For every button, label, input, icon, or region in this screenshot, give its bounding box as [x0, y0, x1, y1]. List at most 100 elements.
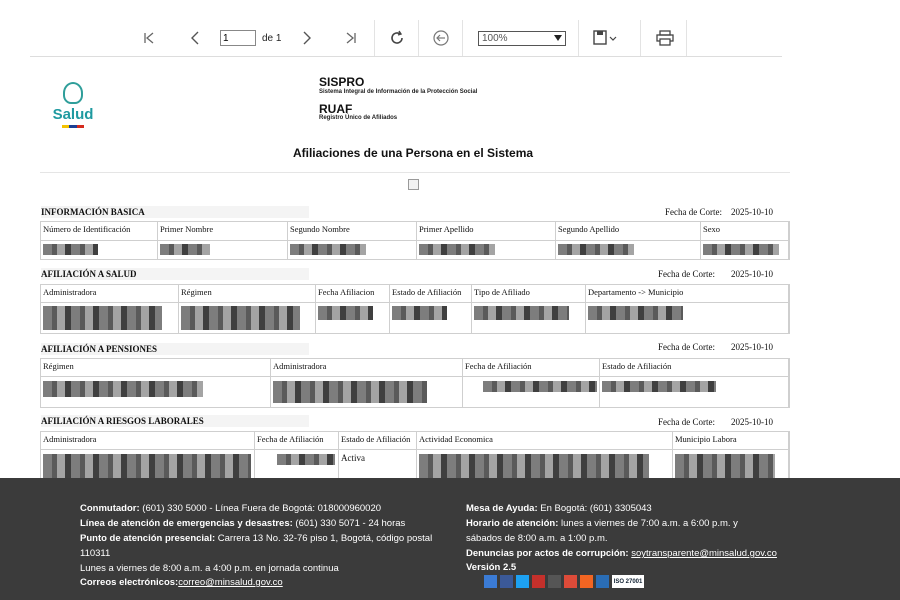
chevron-down-icon [554, 35, 562, 41]
redacted-value [419, 244, 495, 255]
facebook-icon[interactable] [500, 575, 513, 588]
back-icon[interactable] [424, 20, 458, 56]
site-footer: Conmutador: (601) 330 5000 - Línea Fuera… [0, 478, 900, 600]
col-header: Municipio Labora [675, 434, 737, 444]
redacted-value [588, 306, 683, 320]
redacted-value [703, 244, 779, 255]
toolbar-divider [374, 20, 375, 56]
redacted-value [483, 381, 597, 392]
footer-emergencias: Línea de atención de emergencias y desas… [80, 518, 406, 529]
redacted-value [318, 306, 373, 320]
col-header: Estado de Afiliación [392, 287, 462, 297]
footer-punto-atencion: Punto de atención presencial: Carrera 13… [80, 533, 433, 544]
page-number-input[interactable] [220, 30, 256, 46]
cut-date-value: 2025-10-10 [731, 207, 773, 217]
print-icon[interactable] [648, 20, 682, 56]
save-icon[interactable] [586, 20, 626, 56]
col-header: Fecha de Afiliación [257, 434, 324, 444]
checkmark-icon[interactable] [596, 575, 609, 588]
redacted-value [43, 454, 251, 478]
sispro-title: SISPRO [319, 75, 365, 89]
redacted-value [277, 454, 335, 465]
col-header: Departamento -> Municipio [588, 287, 684, 297]
zoom-select[interactable]: 100% [474, 20, 570, 56]
rss-icon[interactable] [580, 575, 593, 588]
footer-correos: Correos electrónicos:correo@minsalud.gov… [80, 577, 283, 588]
col-header: Sexo [703, 224, 720, 234]
page-count-label: de 1 [262, 32, 282, 44]
cut-date-value: 2025-10-10 [731, 417, 773, 427]
report-title: Afiliaciones de una Persona en el Sistem… [292, 146, 534, 160]
col-header: Régimen [181, 287, 212, 297]
refresh-icon[interactable] [380, 20, 414, 56]
col-header: Administradora [273, 361, 327, 371]
col-header: Estado de Afiliación [341, 434, 411, 444]
footer-mesa-ayuda: Mesa de Ayuda: En Bogotá: (601) 3305043 [466, 503, 652, 514]
google-plus-icon[interactable] [564, 575, 577, 588]
redacted-value [474, 306, 569, 320]
first-page-icon[interactable] [134, 20, 164, 56]
toolbar-divider [578, 20, 579, 56]
footer-conmutador: Conmutador: (601) 330 5000 - Línea Fuera… [80, 503, 382, 514]
denuncias-link[interactable]: soytransparente@minsalud.gov.co [631, 548, 777, 559]
prev-page-icon[interactable] [180, 20, 210, 56]
pensiones-table: Régimen Administradora Fecha de Afiliaci… [40, 358, 790, 408]
salud-logo: Salud [48, 82, 98, 128]
col-header: Primer Nombre [160, 224, 214, 234]
toolbar-divider [418, 20, 419, 56]
toolbar-divider [640, 20, 641, 56]
sispro-subtitle: Sistema Integral de Información de la Pr… [319, 89, 478, 95]
section-title-pensiones: AFILIACIÓN A PENSIONES [41, 343, 309, 355]
col-header: Primer Apellido [419, 224, 474, 234]
redacted-value [43, 381, 203, 397]
footer-horario: Horario de atención: lunes a viernes de … [466, 518, 738, 529]
cut-date-label: Fecha de Corte: [658, 269, 715, 279]
footer-horario-punto: Lunes a viernes de 8:00 a.m. a 4:00 p.m.… [80, 563, 339, 574]
col-header: Administradora [43, 287, 97, 297]
redacted-value [602, 381, 716, 392]
redacted-value [273, 381, 427, 403]
col-header: Tipo de Afiliado [474, 287, 530, 297]
instagram-icon[interactable] [548, 575, 561, 588]
redacted-value [181, 306, 300, 330]
section-title-riesgos: AFILIACIÓN A RIESGOS LABORALES [41, 415, 309, 427]
coat-of-arms-icon [63, 82, 83, 104]
logo-text: Salud [52, 106, 94, 123]
col-header: Segundo Apellido [558, 224, 620, 234]
footer-horario-sabados: sábados de 8:00 a.m. a 1:00 p.m. [466, 533, 608, 544]
cut-date-label: Fecha de Corte: [665, 207, 722, 217]
zoom-value: 100% [482, 32, 508, 44]
redacted-value [43, 306, 162, 330]
toolbar-divider [686, 20, 687, 56]
col-header: Fecha de Afiliación [465, 361, 532, 371]
basic-info-table: Número de Identificación Primer Nombre S… [40, 221, 790, 260]
col-header: Segundo Nombre [290, 224, 350, 234]
iso-badge: ISO 27001 [612, 575, 644, 588]
cut-date-label: Fecha de Corte: [658, 417, 715, 427]
page-navigator: de 1 [220, 20, 290, 56]
redacted-value [160, 244, 210, 255]
youtube-icon[interactable] [532, 575, 545, 588]
col-header: Estado de Afiliación [602, 361, 672, 371]
footer-codigo-postal: 110311 [80, 548, 111, 559]
twitter-icon[interactable] [516, 575, 529, 588]
salud-table: Administradora Régimen Fecha Afiliacion … [40, 284, 790, 334]
last-page-icon[interactable] [336, 20, 366, 56]
ruaf-subtitle: Registro Único de Afiliados [319, 115, 398, 121]
broken-image-icon [408, 179, 419, 190]
redacted-value [290, 244, 366, 255]
print-share-icon[interactable] [484, 575, 497, 588]
affiliation-status: Activa [341, 453, 365, 463]
section-title-basica: INFORMACIÓN BASICA [41, 206, 309, 218]
toolbar-divider [462, 20, 463, 56]
col-header: Fecha Afiliacion [318, 287, 375, 297]
col-header: Actividad Economica [419, 434, 493, 444]
col-header: Administradora [43, 434, 97, 444]
riesgos-table: Administradora Fecha de Afiliación Estad… [40, 431, 790, 481]
flag-bar [62, 125, 84, 128]
redacted-value [419, 454, 649, 478]
next-page-icon[interactable] [292, 20, 322, 56]
ruaf-title: RUAF [319, 102, 353, 116]
email-link[interactable]: correo@minsalud.gov.co [178, 577, 283, 588]
report-toolbar: de 1 100% [30, 20, 782, 57]
